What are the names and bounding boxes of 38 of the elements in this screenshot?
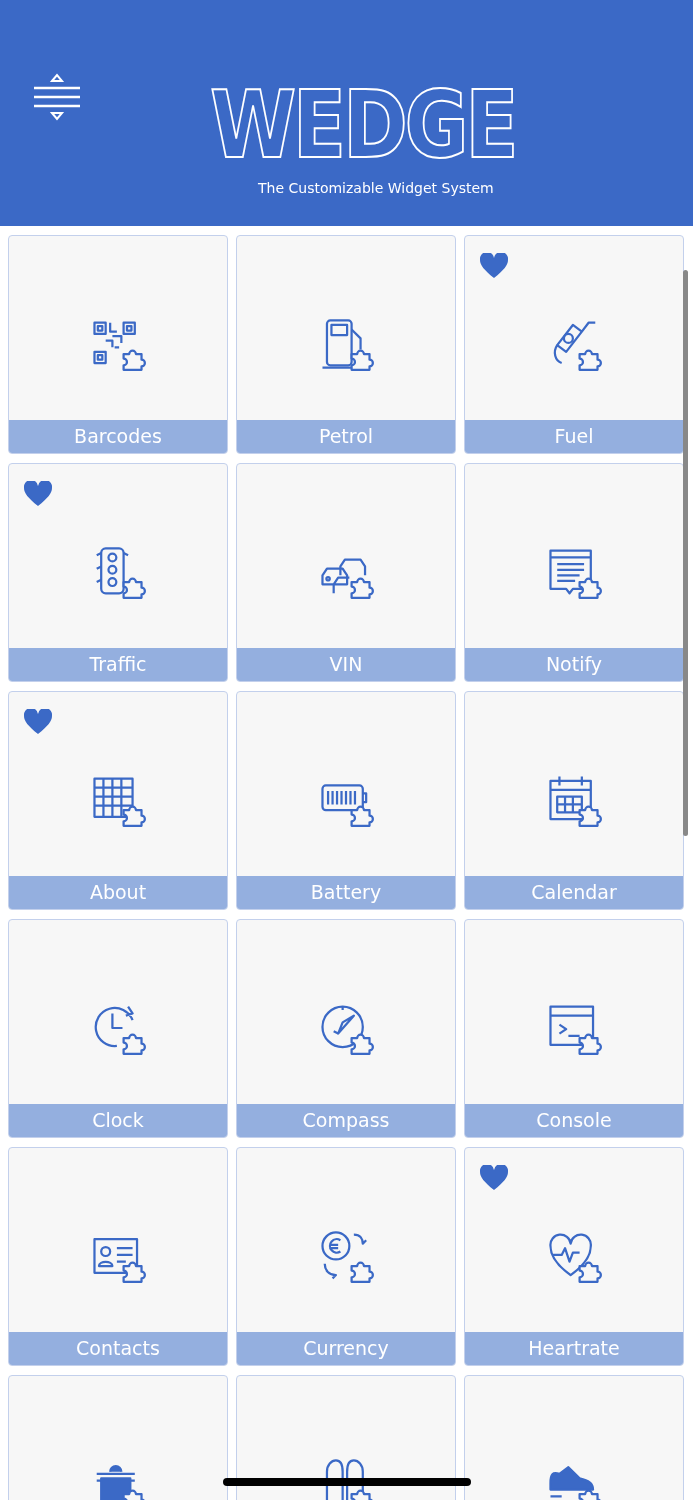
widget-tile[interactable]: Battery bbox=[236, 691, 456, 910]
widget-tile[interactable]: Contacts bbox=[8, 1147, 228, 1366]
widget-tile[interactable]: Fuel bbox=[464, 235, 684, 454]
tile-label: Fuel bbox=[465, 420, 683, 453]
widget-tile[interactable]: Clock bbox=[8, 919, 228, 1138]
widget-tile[interactable]: Heartrate bbox=[464, 1147, 684, 1366]
heart-icon[interactable] bbox=[480, 1165, 508, 1190]
widget-tile[interactable]: Compass bbox=[236, 919, 456, 1138]
tile-label: Calendar bbox=[465, 876, 683, 909]
tagline: The Customizable Widget System bbox=[258, 180, 494, 196]
tile-label: Contacts bbox=[9, 1332, 227, 1365]
widget-tile[interactable]: Calendar bbox=[464, 691, 684, 910]
widget-tile[interactable]: Console bbox=[464, 919, 684, 1138]
widget-tile[interactable]: Traffic bbox=[8, 463, 228, 682]
tile-label: Heartrate bbox=[465, 1332, 683, 1365]
tile-label: Console bbox=[465, 1104, 683, 1137]
widget-tile[interactable]: About bbox=[8, 691, 228, 910]
tile-label: Petrol bbox=[237, 420, 455, 453]
tile-label: Traffic bbox=[9, 648, 227, 681]
widget-tile[interactable]: VIN bbox=[236, 463, 456, 682]
heart-icon[interactable] bbox=[24, 481, 52, 506]
tile-label: Barcodes bbox=[9, 420, 227, 453]
tile-label: Compass bbox=[237, 1104, 455, 1137]
tile-label: Currency bbox=[237, 1332, 455, 1365]
heart-icon[interactable] bbox=[480, 253, 508, 278]
logo: WEDGE bbox=[210, 76, 516, 176]
widget-tile[interactable]: Barcodes bbox=[8, 235, 228, 454]
tile-label: Notify bbox=[465, 648, 683, 681]
widget-tile[interactable]: Currency bbox=[236, 1147, 456, 1366]
widget-tile[interactable]: Petrol bbox=[236, 235, 456, 454]
heart-icon[interactable] bbox=[24, 709, 52, 734]
tile-label: Clock bbox=[9, 1104, 227, 1137]
currency-exchange-icon bbox=[318, 1228, 374, 1284]
tile-label: VIN bbox=[237, 648, 455, 681]
widget-tile[interactable]: Notify bbox=[464, 463, 684, 682]
tile-label: Battery bbox=[237, 876, 455, 909]
menu-icon[interactable] bbox=[34, 72, 80, 122]
tile-label: About bbox=[9, 876, 227, 909]
